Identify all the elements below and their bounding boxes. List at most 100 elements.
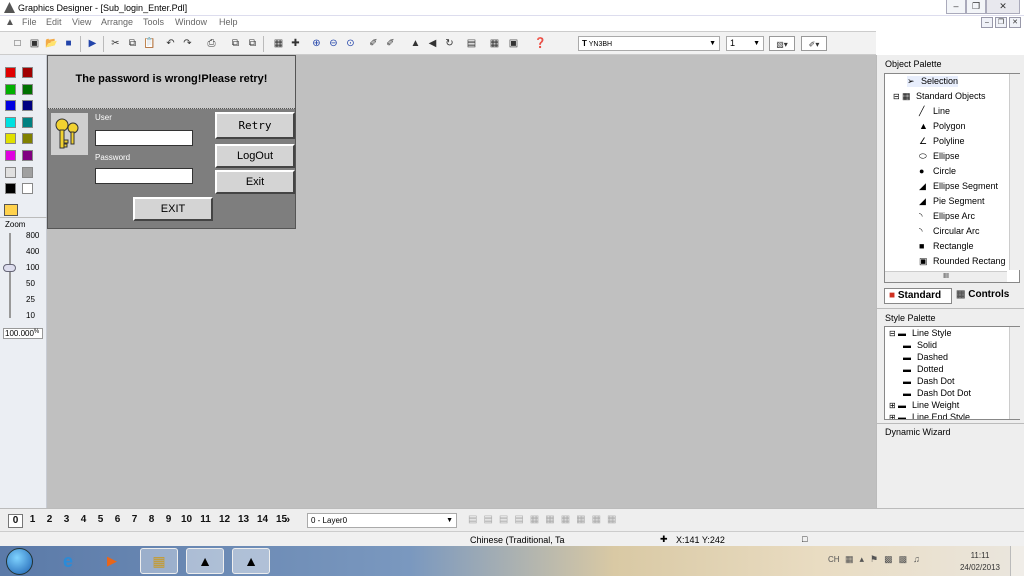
style-tree-vscroll[interactable] — [1009, 327, 1020, 419]
taskbar-graphics-designer-button[interactable]: ▲ — [232, 548, 270, 574]
copy-icon[interactable]: ⧉ — [125, 36, 140, 51]
collapse-icon[interactable]: ⊟ — [893, 92, 902, 101]
undo-icon[interactable]: ↶ — [163, 36, 178, 51]
object-palette-item[interactable]: ⬭ Ellipse — [919, 151, 960, 162]
logout-button[interactable]: LogOut — [215, 144, 295, 168]
paste-icon[interactable]: 📋 — [142, 36, 157, 51]
page-tab[interactable]: 11 — [197, 514, 214, 526]
zoom-out-icon[interactable]: ⊖ — [326, 36, 341, 51]
minimize-button[interactable]: – — [946, 0, 966, 14]
taskbar-explorer-button[interactable]: ▦ — [140, 548, 178, 574]
taskbar-wincc-button[interactable]: ▲ — [186, 548, 224, 574]
style-palette-item[interactable]: ▬ Dash Dot — [903, 376, 955, 386]
rotate-icon[interactable]: ↻ — [442, 36, 457, 51]
exit-button[interactable]: Exit — [215, 170, 295, 194]
print-icon[interactable]: ⎙ — [204, 36, 219, 51]
expand-icon[interactable]: ⊞ — [889, 401, 898, 410]
object-palette-item[interactable]: ◝ Circular Arc — [919, 226, 980, 237]
object-tree-vscroll[interactable] — [1009, 74, 1020, 270]
color-swatch[interactable] — [22, 133, 33, 145]
grid-icon[interactable]: ▦ — [271, 36, 286, 51]
new-icon[interactable]: □ — [10, 36, 25, 51]
style-palette-item[interactable]: ▬ Dotted — [903, 364, 944, 374]
expand-icon[interactable]: ⊞ — [889, 413, 898, 419]
zoom-slider-thumb[interactable] — [3, 264, 16, 272]
menu-help[interactable]: Help — [219, 17, 238, 27]
start-button[interactable] — [6, 548, 33, 575]
page-tab[interactable]: 4 — [76, 514, 91, 526]
color-swatch[interactable] — [22, 166, 33, 178]
color-swatch[interactable] — [5, 133, 16, 145]
style-palette-item[interactable]: ⊞ ▬ Line Weight — [889, 400, 959, 410]
fill-color-button[interactable]: ✐▾ — [801, 36, 827, 51]
zoom-slider-track[interactable] — [9, 233, 11, 318]
redo-icon[interactable]: ↷ — [180, 36, 195, 51]
close-button[interactable]: ✕ — [986, 0, 1020, 14]
exit-big-button[interactable]: EXIT — [133, 197, 213, 221]
page-tab[interactable]: 1 — [25, 514, 40, 526]
save-icon[interactable]: ■ — [61, 36, 76, 51]
page-tab[interactable]: 0 — [8, 514, 23, 528]
menu-file[interactable]: File — [22, 17, 37, 27]
restore-button[interactable]: ❐ — [966, 0, 986, 14]
color-swatch[interactable] — [5, 150, 16, 161]
font-combo[interactable]: T YN3BH ▼ — [578, 36, 720, 51]
zoom-level-25[interactable]: 25 — [26, 295, 35, 304]
page-tab[interactable]: 8 — [144, 514, 159, 526]
object-palette-item[interactable]: ╱ Line — [919, 106, 950, 117]
zoom-level-800[interactable]: 800 — [26, 231, 39, 240]
color-swatch[interactable] — [22, 116, 33, 128]
color-swatch[interactable] — [22, 67, 33, 78]
cut-icon[interactable]: ✂ — [108, 36, 123, 51]
object-palette-item[interactable]: ⊟ ▦ Standard Objects — [893, 91, 985, 102]
mdi-minimize-button[interactable]: – — [981, 17, 993, 28]
zoom-level-100[interactable]: 100 — [26, 263, 39, 272]
menu-arrange[interactable]: Arrange — [101, 17, 133, 27]
tags-icon[interactable]: ▣ — [506, 36, 521, 51]
page-tab[interactable]: 12 — [216, 514, 233, 526]
clock-time[interactable]: 11:11 — [958, 551, 1002, 560]
password-input[interactable] — [95, 168, 193, 184]
object-palette-item[interactable]: ● Circle — [919, 166, 956, 176]
help-icon[interactable]: ❓ — [533, 36, 548, 51]
mdi-close-button[interactable]: ✕ — [1009, 17, 1021, 28]
style-palette-item[interactable]: ▬ Dash Dot Dot — [903, 388, 971, 398]
new-template-icon[interactable]: ▣ — [27, 36, 42, 51]
zoom-level-10[interactable]: 10 — [26, 311, 35, 320]
color-swatch[interactable] — [22, 83, 33, 95]
page-tab[interactable]: 5 — [93, 514, 108, 526]
paint-icon[interactable]: ✐ — [383, 36, 398, 51]
user-input[interactable] — [95, 130, 193, 146]
taskbar-ie-button[interactable]: e — [49, 548, 87, 574]
to-back-icon[interactable]: ⧉ — [245, 36, 260, 51]
object-palette-item[interactable]: ■ Rectangle — [919, 241, 974, 251]
object-palette-item[interactable]: ▣ Rounded Rectang — [919, 256, 1006, 267]
style-palette-item[interactable]: ▬ Dashed — [903, 352, 948, 362]
zoom-area-icon[interactable]: ⊙ — [343, 36, 358, 51]
snap-icon[interactable]: ✚ — [288, 36, 303, 51]
to-front-icon[interactable]: ⧉ — [228, 36, 243, 51]
page-tab[interactable]: 14 — [254, 514, 271, 526]
page-tab[interactable]: 3 — [59, 514, 74, 526]
runtime-icon[interactable]: ▶ — [85, 36, 100, 51]
style-palette-item[interactable]: ▬ Solid — [903, 340, 937, 350]
page-tab[interactable]: 10 — [178, 514, 195, 526]
object-palette-item[interactable]: ➢ Selection — [907, 76, 959, 87]
collapse-icon[interactable]: ⊟ — [889, 329, 898, 338]
mdi-app-icon[interactable]: ▲ — [5, 17, 15, 28]
brush-icon[interactable]: ✐ — [366, 36, 381, 51]
layer-combo[interactable]: 0 - Layer0 ▼ — [307, 513, 457, 528]
color-swatch[interactable] — [5, 100, 16, 112]
linewidth-combo[interactable]: 1 ▼ — [726, 36, 764, 51]
zoom-level-50[interactable]: 50 — [26, 279, 35, 288]
style-palette-item[interactable]: ⊟ ▬ Line Style — [889, 328, 951, 338]
tab-standard[interactable]: ■ Standard — [884, 288, 952, 304]
clock-date[interactable]: 24/02/2013 — [958, 563, 1002, 572]
show-desktop-button[interactable] — [1010, 546, 1024, 576]
page-tab[interactable]: 2 — [42, 514, 57, 526]
tray-icons[interactable]: ▦▴⚑▩▩♫ — [845, 554, 926, 565]
drawing-canvas[interactable]: The password is wrong!Please retry! User… — [47, 55, 876, 508]
object-palette-item[interactable]: ◢ Ellipse Segment — [919, 181, 998, 192]
style-palette-item[interactable]: ⊞ ▬ Line End Style — [889, 412, 970, 419]
palette-tool-icon[interactable] — [4, 204, 18, 216]
